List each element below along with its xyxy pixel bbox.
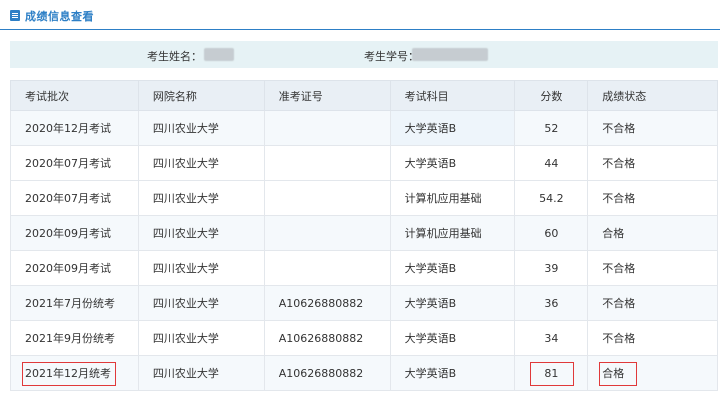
student-name-redacted <box>204 48 234 61</box>
cell-subject: 大学英语B <box>389 110 516 146</box>
cell-admission-no <box>263 110 391 146</box>
cell-status: 合格 <box>587 355 718 391</box>
cell-score: 54.2 <box>514 180 589 216</box>
table-row: 2020年07月考试 四川农业大学 计算机应用基础 54.2 不合格 <box>10 180 718 216</box>
score-table: 考试批次 网院名称 准考证号 考试科目 分数 成绩状态 2020年12月考试 四… <box>10 80 718 391</box>
column-header-school: 网院名称 <box>137 80 265 111</box>
cell-score: 44 <box>514 145 589 181</box>
student-name-label: 考生姓名： <box>147 50 202 63</box>
cell-admission-no: A10626880882 <box>263 355 391 391</box>
table-row: 2020年09月考试 四川农业大学 计算机应用基础 60 合格 <box>10 215 718 251</box>
cell-subject: 大学英语B <box>389 145 516 181</box>
cell-admission-no: A10626880882 <box>263 285 391 321</box>
table-row: 2020年09月考试 四川农业大学 大学英语B 39 不合格 <box>10 250 718 286</box>
cell-exam-batch: 2021年7月份统考 <box>10 285 139 321</box>
cell-status: 不合格 <box>587 110 718 146</box>
cell-exam-batch: 2021年9月份统考 <box>10 320 139 356</box>
cell-exam-batch: 2020年12月考试 <box>10 110 139 146</box>
cell-school: 四川农业大学 <box>137 320 265 356</box>
table-row: 2020年12月考试 四川农业大学 大学英语B 52 不合格 <box>10 110 718 146</box>
cell-score: 81 <box>514 355 589 391</box>
cell-score: 34 <box>514 320 589 356</box>
cell-score: 39 <box>514 250 589 286</box>
page-title: 成绩信息查看 <box>25 10 94 23</box>
cell-status: 合格 <box>587 215 718 251</box>
table-row: 2021年12月统考 四川农业大学 A10626880882 大学英语B 81 … <box>10 355 718 391</box>
cell-exam-batch: 2020年07月考试 <box>10 145 139 181</box>
document-icon <box>10 10 20 21</box>
cell-exam-batch: 2021年12月统考 <box>10 355 139 391</box>
cell-status: 不合格 <box>587 285 718 321</box>
cell-score: 60 <box>514 215 589 251</box>
cell-subject: 计算机应用基础 <box>389 215 516 251</box>
cell-school: 四川农业大学 <box>137 250 265 286</box>
cell-exam-batch: 2020年09月考试 <box>10 215 139 251</box>
cell-score: 52 <box>514 110 589 146</box>
cell-subject: 计算机应用基础 <box>389 180 516 216</box>
column-header-subject: 考试科目 <box>389 80 516 111</box>
page-header: 成绩信息查看 <box>0 0 720 30</box>
student-info-bar: 考生姓名： 考生学号： <box>10 41 718 68</box>
cell-admission-no <box>263 215 391 251</box>
cell-school: 四川农业大学 <box>137 110 265 146</box>
cell-admission-no <box>263 180 391 216</box>
cell-status: 不合格 <box>587 320 718 356</box>
cell-admission-no: A10626880882 <box>263 320 391 356</box>
table-header-row: 考试批次 网院名称 准考证号 考试科目 分数 成绩状态 <box>10 80 718 111</box>
cell-status: 不合格 <box>587 250 718 286</box>
cell-status: 不合格 <box>587 145 718 181</box>
column-header-admission-no: 准考证号 <box>263 80 391 111</box>
cell-school: 四川农业大学 <box>137 145 265 181</box>
cell-exam-batch: 2020年07月考试 <box>10 180 139 216</box>
column-header-score: 分数 <box>514 80 589 111</box>
cell-score: 36 <box>514 285 589 321</box>
student-number-label: 考生学号： <box>364 50 419 63</box>
table-row: 2021年7月份统考 四川农业大学 A10626880882 大学英语B 36 … <box>10 285 718 321</box>
cell-subject: 大学英语B <box>389 355 516 391</box>
column-header-exam-batch: 考试批次 <box>10 80 139 111</box>
cell-status: 不合格 <box>587 180 718 216</box>
table-row: 2021年9月份统考 四川农业大学 A10626880882 大学英语B 34 … <box>10 320 718 356</box>
cell-school: 四川农业大学 <box>137 180 265 216</box>
cell-school: 四川农业大学 <box>137 355 265 391</box>
column-header-status: 成绩状态 <box>587 80 718 111</box>
table-row: 2020年07月考试 四川农业大学 大学英语B 44 不合格 <box>10 145 718 181</box>
cell-admission-no <box>263 145 391 181</box>
cell-school: 四川农业大学 <box>137 215 265 251</box>
cell-admission-no <box>263 250 391 286</box>
cell-exam-batch: 2020年09月考试 <box>10 250 139 286</box>
cell-subject: 大学英语B <box>389 250 516 286</box>
cell-subject: 大学英语B <box>389 320 516 356</box>
student-number-redacted <box>412 48 488 61</box>
cell-school: 四川农业大学 <box>137 285 265 321</box>
cell-subject: 大学英语B <box>389 285 516 321</box>
